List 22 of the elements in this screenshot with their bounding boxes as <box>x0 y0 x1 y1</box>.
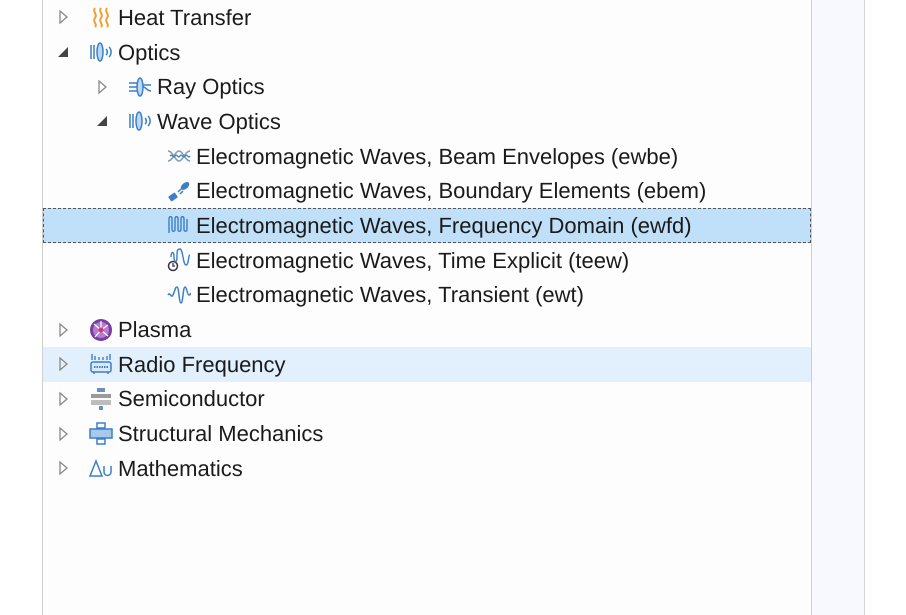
tree-item[interactable]: Electromagnetic Waves, Transient (ewt) <box>43 278 811 312</box>
tree-item[interactable]: Electromagnetic Waves, Frequency Domain (ewfd) <box>43 208 811 243</box>
beam-section-icon <box>89 422 113 446</box>
tree-item[interactable]: Radio Frequency <box>43 346 811 382</box>
tree-item[interactable]: Plasma <box>43 312 811 347</box>
tree-item[interactable]: Electromagnetic Waves, Beam Envelopes (ewbe) <box>43 138 811 174</box>
lens-waves-icon <box>89 40 113 64</box>
tree-item[interactable]: Wave Optics <box>43 104 811 139</box>
tree-item[interactable]: Optics <box>43 34 811 70</box>
tree-item[interactable]: Mathematics <box>43 450 811 486</box>
tree-item[interactable]: Semiconductor <box>43 382 811 416</box>
tree-item[interactable]: Heat Transfer <box>43 0 811 35</box>
plasma-ball-icon <box>89 318 113 342</box>
clock-wave-icon <box>167 248 191 272</box>
lens-rays-icon <box>128 74 152 99</box>
tree-item[interactable]: Electromagnetic Waves, Boundary Elements (ebem) <box>43 173 811 208</box>
lens-waves-icon <box>128 109 152 134</box>
tree-item[interactable]: Ray Optics <box>43 69 811 104</box>
chip-layers-icon <box>89 386 113 411</box>
tree-item[interactable]: Structural Mechanics <box>43 416 811 451</box>
tree-item[interactable]: Electromagnetic Waves, Time Explicit (teew) <box>43 242 811 278</box>
router-icon <box>89 352 113 376</box>
